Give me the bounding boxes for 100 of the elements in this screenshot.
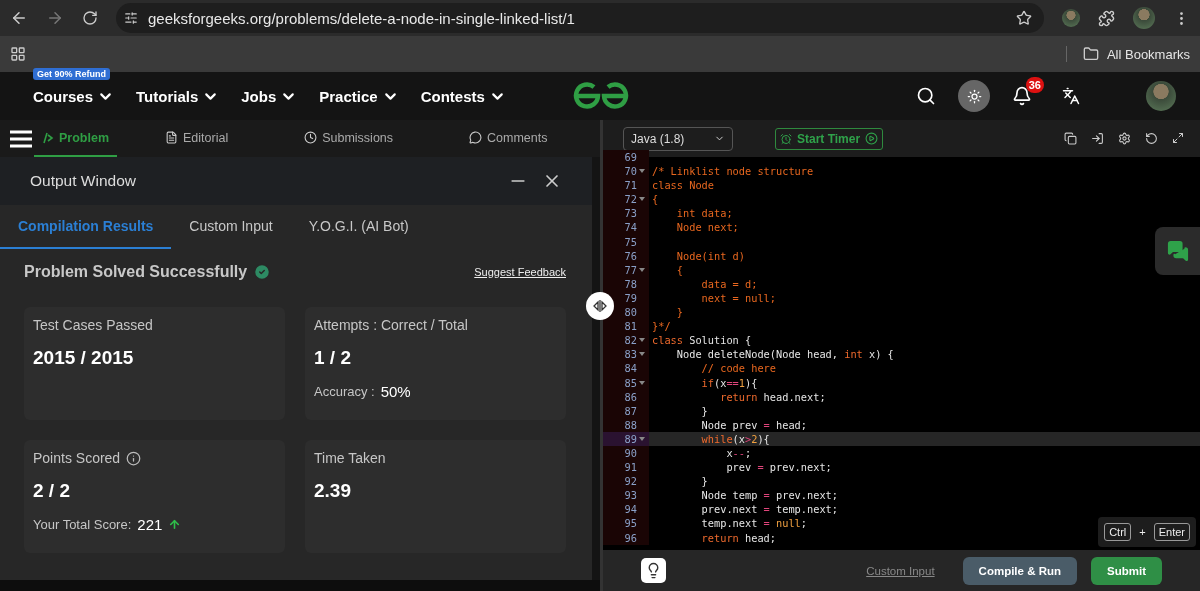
window-title: Output Window	[30, 172, 136, 190]
nav-menu-item[interactable]: Tutorials	[136, 87, 199, 105]
custom-input-link[interactable]: Custom Input	[866, 564, 935, 577]
theme-toggle-button[interactable]	[958, 80, 990, 112]
hint-button[interactable]	[641, 558, 666, 583]
alarm-clock-icon	[780, 132, 792, 145]
line-number: 90	[624, 445, 637, 461]
fold-caret-icon[interactable]	[639, 352, 645, 357]
note-label: Your Total Score:	[33, 517, 132, 532]
feedback-link[interactable]: Suggest Feedback	[474, 266, 566, 278]
line-number: 79	[624, 290, 637, 306]
line-number: 87	[624, 403, 637, 418]
nav-menu-item[interactable]: Jobs	[241, 87, 277, 105]
clock-icon	[304, 131, 318, 144]
card-value: 1 / 2	[314, 347, 352, 369]
line-number: 72	[624, 192, 637, 207]
reset-icon[interactable]	[1145, 132, 1158, 145]
note-value: 50%	[380, 383, 411, 400]
code-line: {	[675, 262, 683, 277]
nav-menu-item[interactable]: Courses	[33, 87, 94, 105]
line-number: 75	[624, 234, 637, 249]
card-label: Test Cases Passed	[33, 317, 153, 333]
profile-avatar[interactable]	[1133, 7, 1155, 29]
card-value: 2.39	[314, 480, 352, 502]
nav-menu-item[interactable]: Contests	[420, 87, 485, 105]
output-tab[interactable]: Custom Input	[171, 205, 291, 249]
chat-icon	[469, 131, 483, 144]
line-number: 77	[624, 262, 637, 277]
line-number: 83	[624, 347, 637, 362]
line-number: 70	[624, 164, 637, 179]
translate-icon[interactable]	[1062, 87, 1080, 105]
code-line: // code here	[700, 361, 776, 376]
code-line: prev.next = temp.next;	[700, 502, 838, 517]
problem-tab[interactable]: Submissions	[296, 120, 402, 157]
fullscreen-icon[interactable]	[1172, 132, 1184, 145]
code-line: Node next;	[675, 220, 739, 235]
chat-button[interactable]	[1155, 227, 1200, 275]
code-line: }*/	[651, 319, 671, 334]
info-icon[interactable]	[126, 450, 142, 466]
url-text: geeksforgeeks.org/problems/delete-a-node-in-single-linked-list/1	[148, 9, 576, 27]
apps-icon[interactable]	[10, 46, 26, 62]
bookmarks-link[interactable]: All Bookmarks	[1106, 46, 1190, 62]
nav-menu-item[interactable]: Practice	[319, 87, 378, 105]
line-number: 88	[624, 417, 637, 432]
fold-caret-icon[interactable]	[639, 267, 645, 272]
output-tab[interactable]: Y.O.G.I. (AI Bot)	[290, 205, 427, 249]
notification-badge: 36	[1025, 77, 1044, 93]
code-line: }	[700, 403, 708, 418]
card-value: 2 / 2	[33, 480, 71, 502]
line-number: 91	[624, 460, 637, 475]
line-number: 71	[624, 178, 637, 193]
status-text: Problem Solved Successfully	[24, 263, 248, 281]
compile-run-button[interactable]: Compile & Run	[962, 556, 1077, 585]
settings-icon[interactable]	[1118, 132, 1131, 145]
code-line: Node deleteNode(Node head, int x) {	[675, 347, 894, 362]
code-line: data = d;	[700, 276, 758, 291]
star-icon[interactable]	[1016, 10, 1032, 26]
puzzle-icon[interactable]	[1098, 9, 1115, 27]
card-label: Attempts : Correct / Total	[314, 317, 468, 333]
fold-caret-icon[interactable]	[639, 380, 645, 385]
address-bar[interactable]: geeksforgeeks.org/problems/delete-a-node-in-single-linked-list/1	[116, 3, 1044, 33]
line-number: 92	[624, 474, 637, 489]
line-number: 84	[624, 361, 637, 376]
forward-icon[interactable]	[46, 9, 64, 27]
logo-icon[interactable]	[572, 82, 630, 110]
fold-caret-icon[interactable]	[639, 169, 645, 174]
import-icon[interactable]	[1091, 132, 1104, 145]
site-settings-icon[interactable]	[124, 11, 138, 25]
code-line: prev = prev.next;	[725, 460, 832, 475]
line-number: 93	[624, 488, 637, 503]
submit-button[interactable]: Submit	[1091, 556, 1162, 585]
reload-icon[interactable]	[82, 10, 98, 26]
fold-caret-icon[interactable]	[639, 436, 645, 441]
problem-tab[interactable]: Editorial	[157, 120, 237, 157]
code-line: }	[675, 305, 683, 320]
card-value: 2015 / 2015	[33, 347, 135, 369]
problem-tab[interactable]: Comments	[461, 120, 556, 157]
code-line: /* Linklist node structure	[651, 164, 814, 179]
line-number: 85	[624, 375, 637, 390]
key-cap: Enter	[1153, 523, 1190, 541]
chat-bubbles-icon	[1166, 240, 1189, 262]
extension-icon[interactable]	[1062, 9, 1080, 27]
code-line: }	[700, 474, 708, 489]
line-number: 73	[624, 206, 637, 221]
code-line: while(x>2){	[700, 431, 770, 446]
line-number: 86	[624, 389, 637, 404]
search-icon[interactable]	[916, 86, 936, 106]
line-number: 96	[624, 530, 637, 545]
fold-caret-icon[interactable]	[639, 338, 645, 343]
code-line: x--;	[725, 445, 752, 461]
copy-icon[interactable]	[1064, 132, 1077, 145]
fold-caret-icon[interactable]	[639, 197, 645, 202]
play-icon	[865, 132, 879, 145]
start-timer-button[interactable]: Start Timer	[775, 127, 884, 150]
note-label: Accuracy :	[314, 384, 375, 399]
user-avatar[interactable]	[1146, 81, 1176, 111]
back-icon[interactable]	[10, 9, 28, 27]
plus-sign: +	[1139, 526, 1146, 538]
code-icon	[42, 131, 54, 144]
line-number: 82	[624, 333, 637, 348]
